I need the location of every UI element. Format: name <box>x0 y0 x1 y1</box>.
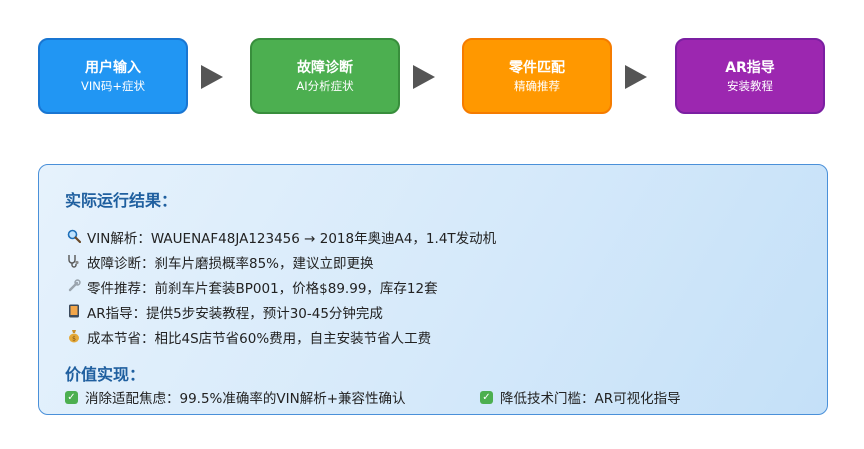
step-subtitle: 安装教程 <box>727 78 773 93</box>
result-text: VIN解析：WAUENAF48JA123456 → 2018年奥迪A4，1.4T… <box>87 231 497 247</box>
value-item: ✓ 消除适配焦虑：99.5%准确率的VIN解析+兼容性确认 <box>65 387 406 407</box>
value-item: ✓ 降低技术门槛：AR可视化指导 <box>480 387 681 407</box>
result-item: AR指导：提供5步安装教程，预计30-45分钟完成 <box>65 302 383 322</box>
value-text: 降低技术门槛：AR可视化指导 <box>500 391 681 407</box>
svg-text:$: $ <box>72 336 76 343</box>
result-item: $ 成本节省：相比4S店节省60%费用，自主安装节省人工费 <box>65 327 431 347</box>
result-text: 零件推荐：前刹车片套装BP001，价格$89.99，库存12套 <box>87 281 438 297</box>
money-bag-icon: $ <box>65 329 83 345</box>
step-part-matching: 零件匹配 精确推荐 <box>462 38 612 114</box>
value-text: 消除适配焦虑：99.5%准确率的VIN解析+兼容性确认 <box>85 391 406 407</box>
results-panel: 实际运行结果： VIN解析：WAUENAF48JA123456 → 2018年奥… <box>38 164 828 415</box>
result-item: 零件推荐：前刹车片套装BP001，价格$89.99，库存12套 <box>65 277 438 297</box>
step-title: 故障诊断 <box>297 59 353 76</box>
step-ar-guide: AR指导 安装教程 <box>675 38 825 114</box>
step-subtitle: VIN码+症状 <box>81 78 145 93</box>
process-flow: 用户输入 VIN码+症状 故障诊断 AI分析症状 零件匹配 精确推荐 AR指导 … <box>38 38 828 116</box>
result-text: 成本节省：相比4S店节省60%费用，自主安装节省人工费 <box>87 331 432 347</box>
check-icon: ✓ <box>65 390 78 404</box>
results-heading: 实际运行结果： <box>65 191 178 210</box>
wrench-icon <box>65 279 83 295</box>
magnifier-icon <box>65 229 83 245</box>
phone-icon <box>65 304 83 320</box>
step-title: 用户输入 <box>85 59 141 76</box>
result-item: 故障诊断：刹车片磨损概率85%，建议立即更换 <box>65 252 374 272</box>
check-icon: ✓ <box>480 390 493 404</box>
arrow-right-icon <box>413 65 435 89</box>
stethoscope-icon <box>65 254 83 270</box>
step-subtitle: AI分析症状 <box>296 78 354 93</box>
value-heading: 价值实现： <box>65 365 146 384</box>
step-title: 零件匹配 <box>509 59 565 76</box>
result-text: AR指导：提供5步安装教程，预计30-45分钟完成 <box>87 306 383 322</box>
arrow-right-icon <box>625 65 647 89</box>
step-subtitle: 精确推荐 <box>514 78 560 93</box>
result-text: 故障诊断：刹车片磨损概率85%，建议立即更换 <box>87 256 374 272</box>
arrow-right-icon <box>201 65 223 89</box>
step-title: AR指导 <box>725 59 775 76</box>
result-item: VIN解析：WAUENAF48JA123456 → 2018年奥迪A4，1.4T… <box>65 227 496 247</box>
step-fault-diagnosis: 故障诊断 AI分析症状 <box>250 38 400 114</box>
step-user-input: 用户输入 VIN码+症状 <box>38 38 188 114</box>
